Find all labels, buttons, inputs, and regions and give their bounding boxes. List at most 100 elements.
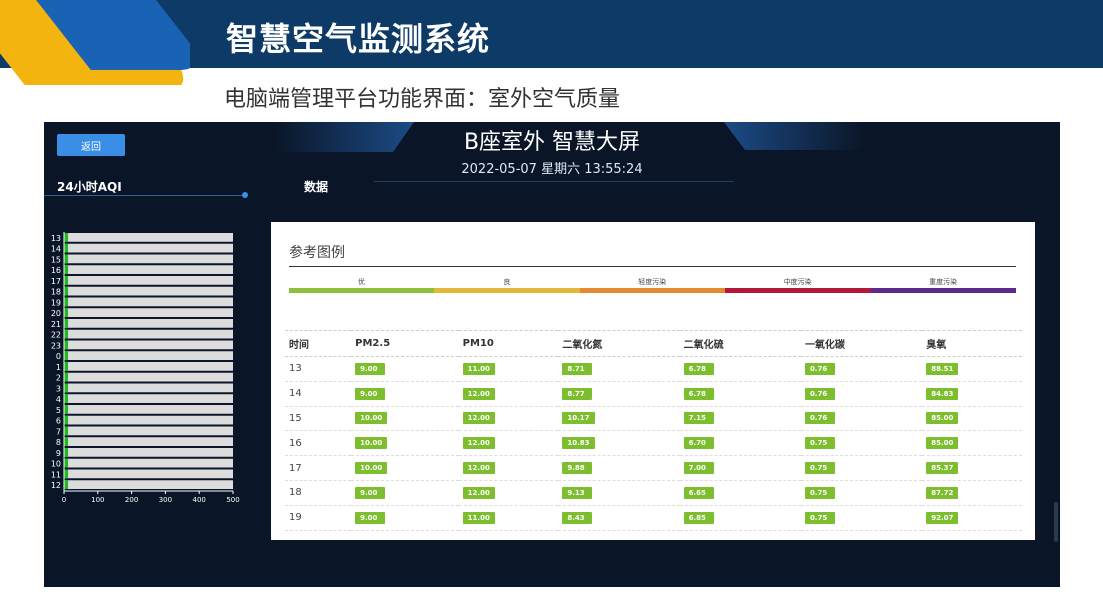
- slide-subtitle: 电脑端管理平台功能界面：室外空气质量: [224, 87, 621, 112]
- dashboard-screen: 返回 B座室外 智慧大屏 2022-05-07 星期六 13:55:24 24小…: [44, 122, 1060, 587]
- y-tick-label: 10: [51, 460, 61, 469]
- y-tick-label: 6: [56, 417, 61, 426]
- y-tick-label: 4: [56, 395, 61, 404]
- x-tick-label: 100: [91, 496, 104, 504]
- table-cell-value: 10.00: [351, 430, 459, 457]
- value-badge: 10.00: [355, 437, 388, 450]
- dashboard-title: B座室外 智慧大屏: [463, 130, 641, 155]
- bar-track: [64, 319, 233, 328]
- value-badge: 9.00: [355, 362, 386, 375]
- value-badge: 10.17: [562, 412, 595, 425]
- legend-title: 参考图例: [289, 245, 345, 261]
- table-cell-value: 87.72: [922, 480, 1022, 506]
- table-cell-hour: 16: [285, 430, 352, 457]
- table-cell-hour: 15: [285, 406, 352, 432]
- table-row: 14 9.00 12.00 8.77 6.78 0.76 84.83: [285, 381, 1022, 407]
- table-cell-value: 0.75: [800, 505, 923, 531]
- value-badge: 85.00: [926, 412, 959, 425]
- bar: [64, 362, 69, 371]
- bar-track: [64, 415, 233, 425]
- table-cell-hour: 18: [285, 480, 352, 506]
- bar: [64, 415, 69, 425]
- bar-track: [64, 458, 233, 468]
- legend-item-label: 重度污染: [929, 278, 958, 286]
- y-tick-label: 5: [56, 406, 61, 415]
- bar: [64, 383, 69, 393]
- table-cell-value: 9.00: [351, 505, 459, 531]
- table-row: 17 10.00 12.00 9.88 7.00 0.75 85.37: [285, 455, 1022, 481]
- table-cell-value: 0.76: [800, 381, 923, 407]
- value-badge: 8.43: [562, 511, 593, 524]
- table-header-cell: 二氧化氮: [558, 330, 680, 357]
- legend-item-label: 中度污染: [783, 278, 812, 286]
- table-cell-value: 84.83: [922, 381, 1022, 407]
- table-cell-value: 0.75: [800, 430, 923, 457]
- bar: [64, 265, 69, 274]
- y-tick-label: 3: [56, 384, 61, 393]
- value-badge: 0.75: [804, 462, 835, 475]
- legend-color-bar: [725, 288, 871, 293]
- y-tick-label: 15: [51, 255, 61, 264]
- bar-track: [64, 243, 233, 253]
- bar-track: [64, 437, 233, 446]
- value-badge: 0.76: [804, 362, 835, 375]
- bar-track: [64, 362, 233, 371]
- y-tick-label: 16: [51, 266, 61, 275]
- bar: [64, 351, 69, 360]
- scrollbar-handle[interactable]: [1054, 502, 1058, 542]
- table-cell-value: 11.00: [458, 505, 559, 531]
- value-badge: 11.00: [462, 362, 495, 375]
- y-tick-label: 18: [51, 288, 61, 297]
- legend-color-bar: [579, 288, 726, 293]
- value-badge: 9.13: [562, 486, 593, 499]
- bar-track: [64, 286, 233, 296]
- bar: [64, 448, 69, 457]
- value-badge: 12.00: [462, 486, 495, 499]
- table-header-cell: PM2.5: [351, 330, 459, 357]
- y-tick-label: 2: [56, 374, 61, 383]
- bar: [64, 458, 69, 468]
- table-cell-value: 7.15: [679, 406, 801, 432]
- bar: [64, 437, 69, 446]
- value-badge: 6.65: [683, 486, 714, 499]
- table-cell-hour: 13: [285, 356, 352, 382]
- y-tick-label: 8: [56, 438, 61, 447]
- table-cell-value: 6.78: [679, 356, 801, 382]
- table-cell-value: 88.51: [922, 356, 1022, 382]
- table-header-cell: PM10: [458, 330, 559, 357]
- bar: [64, 405, 69, 414]
- y-tick-label: 17: [51, 277, 61, 286]
- x-tick-label: 300: [159, 496, 172, 504]
- table-cell-value: 12.00: [458, 430, 559, 457]
- bar-track: [64, 426, 233, 436]
- table-header-cell: 二氧化硫: [679, 330, 801, 357]
- bar-track: [64, 265, 233, 274]
- slide-title: 智慧空气监测系统: [226, 20, 491, 58]
- y-tick-label: 9: [56, 449, 61, 458]
- table-cell-hour: 14: [285, 381, 352, 407]
- table-cell-value: 10.17: [558, 406, 680, 432]
- value-badge: 85.37: [926, 462, 959, 475]
- aqi-section-dot: [242, 192, 248, 198]
- table-cell-value: 6.78: [679, 381, 801, 407]
- legend-item-label: 优: [358, 278, 365, 286]
- table-cell-value: 9.88: [558, 455, 680, 481]
- table-cell-value: 12.00: [458, 480, 559, 506]
- table-cell-value: 9.13: [558, 480, 680, 506]
- bar-track: [64, 340, 233, 350]
- legend-color-bar: [434, 288, 580, 293]
- bar-track: [64, 448, 233, 457]
- value-badge: 7.15: [683, 412, 714, 425]
- value-badge: 92.07: [926, 511, 959, 524]
- bar: [64, 254, 69, 264]
- legend-color-bar: [870, 288, 1016, 293]
- table-cell-hour: 19: [285, 505, 352, 531]
- table-cell-value: 0.76: [800, 406, 923, 432]
- bar: [64, 372, 69, 382]
- table-cell-value: 12.00: [458, 455, 559, 481]
- bar-track: [64, 480, 233, 489]
- x-tick-label: 500: [226, 496, 239, 504]
- table-cell-value: 6.65: [679, 480, 801, 506]
- table-cell-value: 10.00: [351, 455, 459, 481]
- bar: [64, 480, 69, 489]
